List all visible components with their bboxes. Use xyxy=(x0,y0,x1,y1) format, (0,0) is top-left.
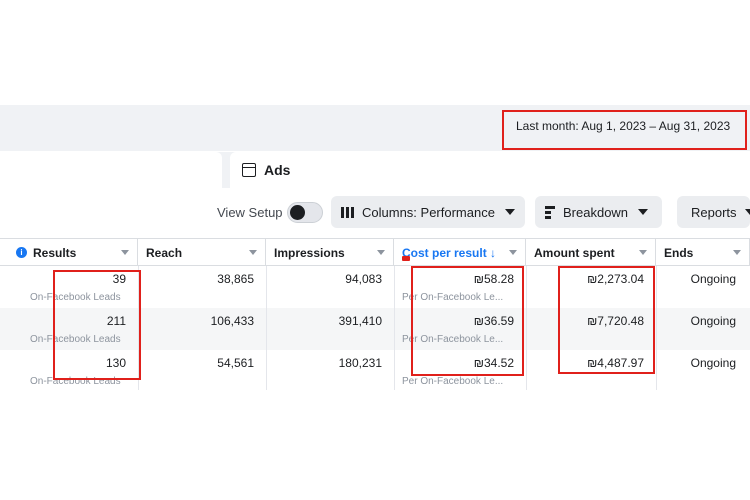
results-header-label: Results xyxy=(33,245,77,260)
reach-cell: 54,561 xyxy=(217,356,254,370)
column-divider xyxy=(656,266,657,390)
sort-dropdown-icon[interactable] xyxy=(249,250,257,255)
ends-cell: Ongoing xyxy=(690,272,736,286)
ends-cell: Ongoing xyxy=(690,356,736,370)
columns-button-label: Columns: Performance xyxy=(362,204,495,220)
tab-previous[interactable] xyxy=(0,152,222,188)
breakdown-button[interactable]: Breakdown xyxy=(535,196,662,228)
amount-spent-header-label: Amount spent xyxy=(534,245,615,260)
chevron-down-icon xyxy=(638,209,649,215)
column-header-cost-per-result[interactable]: Cost per result ↓ xyxy=(394,239,526,266)
reach-cell: 106,433 xyxy=(210,314,254,328)
chevron-down-icon xyxy=(504,209,515,215)
reports-button[interactable]: Reports xyxy=(677,196,750,228)
columns-icon xyxy=(341,206,354,218)
sort-dropdown-icon[interactable] xyxy=(377,250,385,255)
toggle-knob xyxy=(290,205,305,220)
sort-dropdown-icon[interactable] xyxy=(733,250,741,255)
reach-cell: 38,865 xyxy=(217,272,254,286)
sort-dropdown-icon[interactable] xyxy=(639,250,647,255)
breakdown-icon xyxy=(545,205,555,219)
reports-button-label: Reports xyxy=(691,204,737,220)
column-divider xyxy=(394,266,395,390)
info-icon[interactable]: i xyxy=(16,247,27,258)
impressions-cell: 391,410 xyxy=(338,314,382,328)
impressions-cell: 94,083 xyxy=(345,272,382,286)
date-range-highlight-box xyxy=(502,110,747,150)
view-setup-toggle[interactable] xyxy=(287,202,323,223)
ends-cell: Ongoing xyxy=(690,314,736,328)
impressions-cell: 180,231 xyxy=(338,356,382,370)
ads-window-icon xyxy=(242,163,256,177)
sort-dropdown-icon[interactable] xyxy=(121,250,129,255)
chevron-down-icon xyxy=(744,209,750,215)
cost-highlight-box xyxy=(411,266,524,376)
breakdown-button-label: Breakdown xyxy=(563,204,629,220)
column-header-ends[interactable]: Ends xyxy=(656,239,750,266)
tab-ads-label: Ads xyxy=(264,162,291,178)
amount-spent-highlight-box xyxy=(558,266,655,374)
results-highlight-box xyxy=(53,270,141,380)
column-header-amount-spent[interactable]: Amount spent xyxy=(526,239,656,266)
columns-button[interactable]: Columns: Performance xyxy=(331,196,525,228)
impressions-header-label: Impressions xyxy=(274,245,345,260)
reach-header-label: Reach xyxy=(146,245,183,260)
view-setup-label: View Setup xyxy=(217,205,283,220)
column-header-results[interactable]: i Results xyxy=(0,239,138,266)
table-header: i Results Reach Impressions Cost per res… xyxy=(0,238,750,266)
column-divider xyxy=(266,266,267,390)
cost-header-label: Cost per result ↓ xyxy=(402,245,497,260)
column-header-reach[interactable]: Reach xyxy=(138,239,266,266)
column-divider xyxy=(526,266,527,390)
column-header-impressions[interactable]: Impressions xyxy=(266,239,394,266)
sort-dropdown-icon[interactable] xyxy=(509,250,517,255)
sort-marker xyxy=(402,256,410,261)
tab-ads[interactable]: Ads xyxy=(230,152,750,188)
ends-header-label: Ends xyxy=(664,245,694,260)
